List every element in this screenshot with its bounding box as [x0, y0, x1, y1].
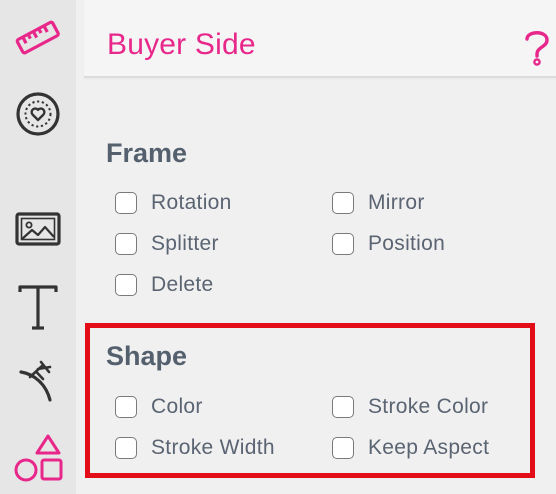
delete-label: Delete [151, 273, 214, 296]
delete-option[interactable]: Delete [115, 270, 214, 300]
text-icon[interactable] [8, 278, 68, 338]
rotation-checkbox[interactable] [115, 192, 137, 214]
mirror-label: Mirror [368, 191, 425, 214]
header-bar: Buyer Side [84, 0, 556, 78]
splitter-checkbox[interactable] [115, 233, 137, 255]
curve-tool-icon[interactable] [8, 352, 68, 412]
rotation-label: Rotation [151, 191, 232, 214]
shapes-icon[interactable] [8, 428, 68, 488]
shape-section-highlight [85, 323, 535, 478]
page-title: Buyer Side [107, 28, 256, 61]
frame-section-title: Frame [106, 138, 188, 168]
rotation-option[interactable]: Rotation [115, 188, 232, 218]
splitter-option[interactable]: Splitter [115, 229, 219, 259]
position-label: Position [368, 232, 446, 255]
image-icon[interactable] [8, 200, 68, 260]
position-option[interactable]: Position [332, 229, 445, 259]
position-checkbox[interactable] [332, 233, 354, 255]
heart-badge-icon[interactable] [8, 84, 68, 144]
help-icon[interactable] [520, 26, 554, 66]
ruler-icon[interactable] [8, 8, 68, 68]
mirror-option[interactable]: Mirror [332, 188, 425, 218]
mirror-checkbox[interactable] [332, 192, 354, 214]
sidebar [0, 0, 76, 494]
delete-checkbox[interactable] [115, 274, 137, 296]
splitter-label: Splitter [151, 232, 219, 255]
